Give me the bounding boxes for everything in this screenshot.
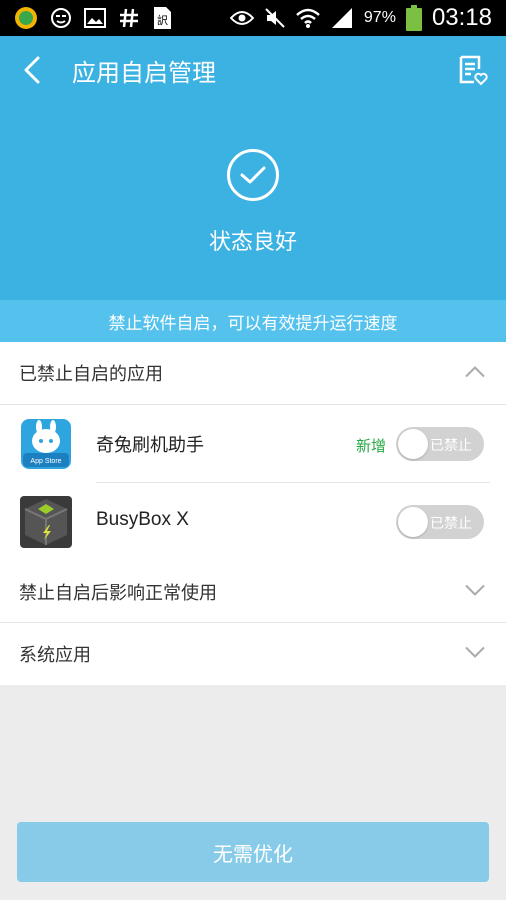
chevron-down-icon <box>464 644 486 665</box>
toggle-knob <box>398 507 428 537</box>
document-heart-icon <box>459 55 488 86</box>
top-bar: 应用自启管理 <box>0 36 506 102</box>
status-bar: 訳 97% 03:18 <box>0 0 506 36</box>
clock: 03:18 <box>431 4 492 31</box>
eye-icon <box>229 9 254 27</box>
app-name: 奇兔刷机助手 <box>96 435 204 456</box>
autostart-toggle[interactable]: 已禁止 <box>396 505 484 539</box>
section-disabled-apps[interactable]: 已禁止自启的应用 <box>0 342 506 404</box>
smiley-icon <box>50 7 72 29</box>
toggle-knob <box>398 429 428 459</box>
battery-icon <box>405 5 422 31</box>
chevron-left-icon <box>24 56 40 84</box>
section-system-apps[interactable]: 系统应用 <box>0 623 506 685</box>
toggle-label: 已禁止 <box>430 438 472 454</box>
status-text: 状态良好 <box>208 230 297 255</box>
section-label: 禁止自启后影响正常使用 <box>19 582 217 604</box>
wifi-icon <box>296 7 320 29</box>
svg-text:訳: 訳 <box>157 13 168 27</box>
app-name: BusyBox X <box>96 509 189 530</box>
header: 应用自启管理 状态良好 <box>0 36 506 300</box>
back-button[interactable] <box>12 50 52 90</box>
svg-text:App Store: App Store <box>30 458 61 465</box>
hash-icon <box>118 7 140 29</box>
page-title: 应用自启管理 <box>72 59 216 87</box>
section-label: 系统应用 <box>19 645 91 666</box>
translate-icon: 訳 <box>152 6 174 30</box>
autostart-toggle[interactable]: 已禁止 <box>396 427 484 461</box>
no-optimization-button[interactable]: 无需优化 <box>17 822 489 882</box>
app-row-qitu: App Store 奇兔刷机助手 新增 已禁止 <box>0 405 506 483</box>
chevron-up-icon <box>464 363 486 384</box>
busybox-app-icon <box>19 495 73 549</box>
image-icon <box>84 8 106 28</box>
status-check-icon <box>227 149 279 201</box>
app-store-icon <box>14 6 38 30</box>
app-row-busybox: BusyBox X 已禁止 <box>0 483 506 561</box>
signal-icon <box>330 7 354 29</box>
tip-banner: 禁止软件自启，可以有效提升运行速度 <box>0 300 506 342</box>
battery-percent: 97% <box>363 9 396 26</box>
section-label: 已禁止自启的应用 <box>19 364 163 385</box>
qitu-app-icon: App Store <box>19 417 73 471</box>
new-badge: 新增 <box>356 437 387 455</box>
chevron-down-icon <box>464 581 486 602</box>
mute-icon <box>264 7 286 29</box>
records-button[interactable] <box>452 50 492 90</box>
section-affects-use[interactable]: 禁止自启后影响正常使用 <box>0 561 506 622</box>
toggle-label: 已禁止 <box>430 516 472 532</box>
